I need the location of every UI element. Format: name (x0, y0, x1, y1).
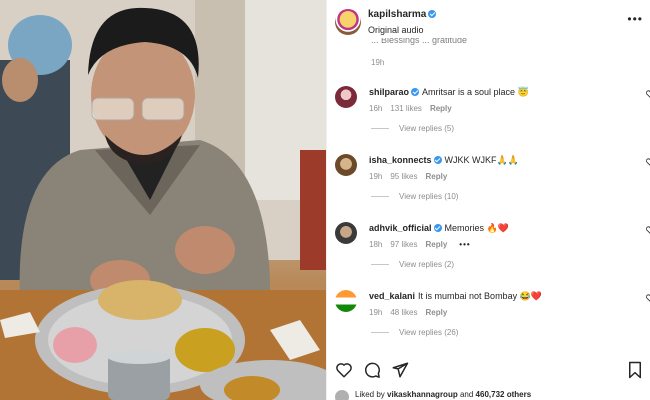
comment-line: isha_konnects WJKK WJKF🙏🙏 (369, 155, 519, 166)
comment-like-heart-icon[interactable] (646, 294, 650, 302)
caption-time: 19h (371, 58, 385, 67)
comment-likes[interactable]: 95 likes (390, 172, 417, 181)
comment-options-icon[interactable]: ••• (459, 240, 470, 249)
comment-line: adhvik_official Memories 🔥❤️ (369, 223, 509, 234)
comment-text: WJKK WJKF🙏🙏 (444, 155, 519, 165)
post-panel: kapilsharma Original audio ••• ... Bless… (326, 0, 650, 400)
verified-badge-icon (428, 10, 437, 18)
commenter-username[interactable]: shilparao (369, 87, 409, 97)
comment-like-heart-icon[interactable] (646, 226, 650, 234)
bookmark-icon[interactable] (627, 361, 643, 379)
comment-text: Amritsar is a soul place 😇 (422, 87, 529, 97)
reel-video[interactable] (0, 0, 326, 400)
author-avatar[interactable] (335, 9, 361, 35)
comment-meta: 19h 48 likes Reply (369, 308, 455, 317)
comment-text: It is mumbai not Bombay 😂❤️ (418, 291, 542, 301)
send-icon[interactable] (391, 361, 409, 379)
comment-likes[interactable]: 48 likes (390, 308, 417, 317)
verified-badge-icon (433, 224, 442, 232)
reply-button[interactable]: Reply (425, 240, 447, 249)
reply-button[interactable]: Reply (430, 104, 452, 113)
verified-badge-icon (411, 88, 420, 96)
author-username-text[interactable]: kapilsharma (368, 9, 426, 20)
commenter-username[interactable]: adhvik_official (369, 223, 432, 233)
view-replies-button[interactable]: View replies (5) (371, 124, 454, 133)
commenter-avatar[interactable] (335, 290, 357, 312)
comment-time: 19h (369, 308, 383, 317)
post-actions-bar (327, 356, 650, 384)
comment-like-heart-icon[interactable] (646, 158, 650, 166)
comment-meta: 19h 95 likes Reply (369, 172, 455, 181)
commenter-avatar[interactable] (335, 222, 357, 244)
comment-item: adhvik_official Memories 🔥❤️ 18h 97 likes R… (327, 214, 650, 282)
likes-text[interactable]: Liked by vikaskhannagroup and 460,732 ot… (355, 390, 531, 399)
view-replies-button[interactable]: View replies (26) (371, 328, 458, 337)
commenter-avatar[interactable] (335, 154, 357, 176)
reply-button[interactable]: Reply (425, 308, 447, 317)
video-frame-illustration (0, 0, 326, 400)
commenter-username[interactable]: isha_konnects (369, 155, 432, 165)
view-replies-button[interactable]: View replies (2) (371, 260, 454, 269)
comment-likes[interactable]: 131 likes (390, 104, 422, 113)
liker-username[interactable]: vikaskhannagroup (387, 390, 458, 399)
comment-time: 19h (369, 172, 383, 181)
comment-item: shilparao Amritsar is a soul place 😇 16h 1… (327, 78, 650, 146)
comment-meta: 16h 131 likes Reply (369, 104, 460, 113)
comment-like-heart-icon[interactable] (646, 90, 650, 98)
like-heart-icon[interactable] (335, 361, 353, 379)
post-header: kapilsharma Original audio ••• (327, 0, 650, 42)
comment-line: ved_kalani It is mumbai not Bombay 😂❤️ (369, 291, 542, 302)
author-username[interactable]: kapilsharma (368, 9, 437, 20)
liked-by-label: Liked by (355, 390, 385, 399)
likes-connector: and (459, 390, 474, 399)
comment-time: 16h (369, 104, 383, 113)
comments-list[interactable]: ... Blessings ... gratitude 19h shilpara… (327, 38, 650, 352)
comment-item: isha_konnects WJKK WJKF🙏🙏 19h 95 likes Repl… (327, 146, 650, 214)
verified-badge-icon (433, 156, 442, 164)
comment-item: ved_kalani It is mumbai not Bombay 😂❤️ 19… (327, 282, 650, 350)
likes-others-count[interactable]: 460,732 others (476, 390, 532, 399)
comment-line: shilparao Amritsar is a soul place 😇 (369, 87, 529, 98)
comment-icon[interactable] (363, 361, 381, 379)
commenter-username[interactable]: ved_kalani (369, 291, 415, 301)
comment-text: Memories 🔥❤️ (444, 223, 509, 233)
original-audio-link[interactable]: Original audio (368, 25, 424, 35)
comment-time: 18h (369, 240, 383, 249)
clipped-caption: ... Blessings ... gratitude (371, 38, 468, 45)
likes-summary: Liked by vikaskhannagroup and 460,732 ot… (327, 388, 650, 400)
reply-button[interactable]: Reply (425, 172, 447, 181)
view-replies-button[interactable]: View replies (10) (371, 192, 458, 201)
liker-avatar[interactable] (335, 390, 349, 400)
comment-likes[interactable]: 97 likes (390, 240, 417, 249)
commenter-avatar[interactable] (335, 86, 357, 108)
more-options-icon[interactable]: ••• (627, 12, 643, 26)
comment-meta: 18h 97 likes Reply ••• (369, 240, 479, 249)
